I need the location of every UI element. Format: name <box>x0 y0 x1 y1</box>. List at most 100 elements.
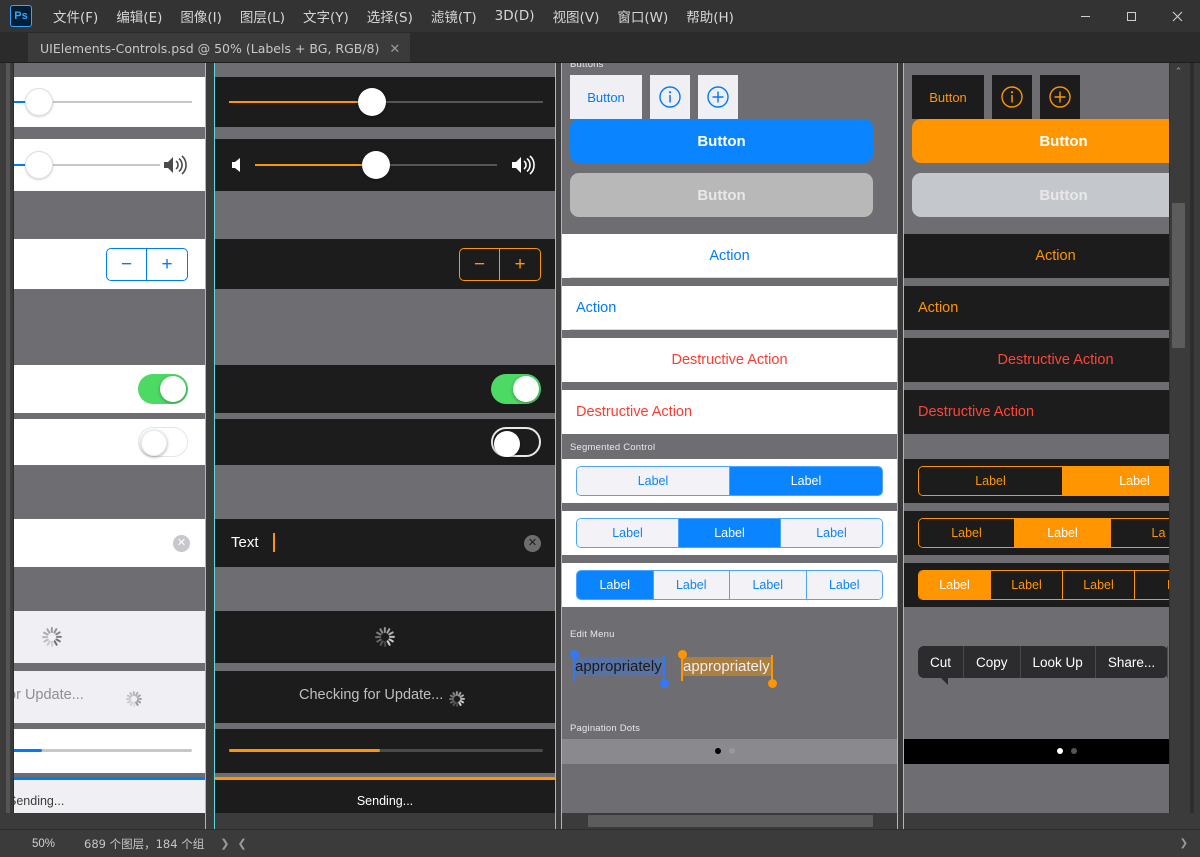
horizontal-scroll-thumb[interactable] <box>588 815 873 827</box>
slider-plain[interactable] <box>229 77 543 127</box>
segment-1[interactable]: Label <box>1015 519 1111 547</box>
dot-active[interactable] <box>715 748 721 754</box>
segment-1[interactable]: Label <box>653 571 730 599</box>
status-right-chevron-icon[interactable]: ❯ <box>1180 838 1188 849</box>
stepper-control[interactable]: − + <box>106 248 188 281</box>
stepper-row[interactable]: − + <box>215 239 555 289</box>
switch-row-on[interactable] <box>14 365 206 413</box>
slider-plain[interactable] <box>14 77 192 127</box>
menu-filter[interactable]: 滤镜(T) <box>422 1 486 31</box>
switch-row-off[interactable] <box>215 419 555 465</box>
slider-track[interactable] <box>14 151 160 179</box>
add-button[interactable] <box>1040 75 1080 119</box>
action-row-center[interactable]: Action <box>904 234 1179 278</box>
segmented-control-3[interactable]: Label Label La <box>918 518 1179 548</box>
vertical-scroll-thumb[interactable] <box>1172 203 1185 348</box>
menu-image[interactable]: 图像(I) <box>171 1 231 31</box>
segment-3[interactable]: Label <box>806 571 882 599</box>
stepper-plus-button[interactable]: + <box>500 249 540 280</box>
close-button[interactable] <box>1154 0 1200 33</box>
add-button[interactable] <box>698 75 738 119</box>
menu-3d[interactable]: 3D(D) <box>486 3 544 29</box>
toggle-switch-off[interactable] <box>138 427 188 457</box>
textfield-row[interactable]: Text ✕ <box>215 519 555 567</box>
horizontal-scrollbar[interactable] <box>0 813 1200 829</box>
segment-0[interactable]: Label <box>577 571 654 599</box>
segment-1[interactable]: Label <box>1063 467 1179 495</box>
status-collapse-icon[interactable]: ❮ <box>237 837 246 850</box>
segment-0[interactable]: Label <box>919 571 991 599</box>
minimize-button[interactable] <box>1062 0 1108 33</box>
segment-0[interactable]: Label <box>919 467 1063 495</box>
menu-item-lookup[interactable]: Look Up <box>1021 646 1096 678</box>
slider-knob[interactable] <box>358 88 386 116</box>
segment-1[interactable]: Label <box>679 519 781 547</box>
menu-select[interactable]: 选择(S) <box>358 1 422 31</box>
menu-item-share[interactable]: Share... <box>1096 646 1169 678</box>
segment-1[interactable]: Label <box>991 571 1063 599</box>
pagination-row[interactable] <box>904 739 1179 764</box>
pagination-dots[interactable] <box>1057 748 1077 754</box>
slider-row-volume[interactable] <box>215 139 555 191</box>
slider-volume[interactable] <box>14 139 196 191</box>
slider-row-plain[interactable] <box>14 77 206 127</box>
info-button[interactable] <box>992 75 1032 119</box>
status-expand-icon[interactable]: ❯ <box>220 837 229 850</box>
slider-track[interactable] <box>229 88 543 116</box>
switch-row-on[interactable] <box>215 365 555 413</box>
pagination-dots[interactable] <box>715 748 735 754</box>
document-tab[interactable]: UIElements-Controls.psd @ 50% (Labels + … <box>28 33 411 62</box>
segment-0[interactable]: Label <box>577 519 679 547</box>
action-row-center[interactable]: Action <box>562 234 897 278</box>
segmented-control-2[interactable]: Label Label <box>576 466 883 496</box>
vertical-scrollbar[interactable]: ⌃ ⌄ <box>1169 63 1186 829</box>
dot-inactive[interactable] <box>729 748 735 754</box>
slider-volume[interactable] <box>229 139 543 191</box>
selection-handle-end[interactable] <box>768 679 777 688</box>
menu-type[interactable]: 文字(Y) <box>294 1 358 31</box>
menu-item-cut[interactable]: Cut <box>918 646 965 678</box>
button-plain[interactable]: Button <box>570 75 642 119</box>
clear-text-icon[interactable]: ✕ <box>524 535 541 552</box>
slider-knob[interactable] <box>25 151 53 179</box>
button-filled[interactable]: Button <box>912 119 1179 163</box>
segmented-control-4[interactable]: Label Label Label Label <box>576 570 883 600</box>
button-plain[interactable]: Button <box>912 75 984 119</box>
menu-layer[interactable]: 图层(L) <box>231 1 294 31</box>
stepper-minus-button[interactable]: − <box>460 249 500 280</box>
menu-window[interactable]: 窗口(W) <box>608 1 677 31</box>
menu-edit[interactable]: 编辑(E) <box>107 1 171 31</box>
slider-knob[interactable] <box>25 88 53 116</box>
segmented-row-4[interactable]: Label Label Label Label <box>562 563 897 607</box>
segmented-row-4[interactable]: Label Label Label L <box>904 563 1179 607</box>
stepper-minus-button[interactable]: − <box>107 249 147 280</box>
text-selection-orange[interactable]: appropriately <box>678 650 780 691</box>
segmented-control-2[interactable]: Label Label <box>918 466 1179 496</box>
menu-help[interactable]: 帮助(H) <box>677 1 743 31</box>
segmented-row-2[interactable]: Label Label <box>562 459 897 503</box>
slider-row-volume[interactable] <box>14 139 206 191</box>
info-button[interactable] <box>650 75 690 119</box>
slider-row-plain[interactable] <box>215 77 555 127</box>
switch-row-off[interactable] <box>14 419 206 465</box>
selection-handle-end[interactable] <box>660 679 669 688</box>
segmented-row-2[interactable]: Label Label <box>904 459 1179 503</box>
dot-inactive[interactable] <box>1071 748 1077 754</box>
edit-menu-popup[interactable]: Cut Copy Look Up Share... <box>918 646 1169 685</box>
destructive-row-left[interactable]: Destructive Action <box>904 390 1179 434</box>
text-selection-blue[interactable]: appropriately <box>570 650 672 691</box>
menu-view[interactable]: 视图(V) <box>544 1 609 31</box>
action-row-left[interactable]: Action <box>562 286 897 330</box>
slider-knob[interactable] <box>362 151 390 179</box>
segment-2[interactable]: Label <box>730 571 807 599</box>
segment-2[interactable]: Label <box>1063 571 1135 599</box>
button-filled[interactable]: Button <box>570 119 873 163</box>
toggle-switch-on[interactable] <box>491 374 541 404</box>
toggle-switch-on[interactable] <box>138 374 188 404</box>
slider-track[interactable] <box>14 88 192 116</box>
segmented-row-3[interactable]: Label Label La <box>904 511 1179 555</box>
stepper-row[interactable]: − + <box>14 239 206 289</box>
segment-0[interactable]: Label <box>577 467 730 495</box>
segment-1[interactable]: Label <box>730 467 882 495</box>
destructive-row-center[interactable]: Destructive Action <box>562 338 897 382</box>
